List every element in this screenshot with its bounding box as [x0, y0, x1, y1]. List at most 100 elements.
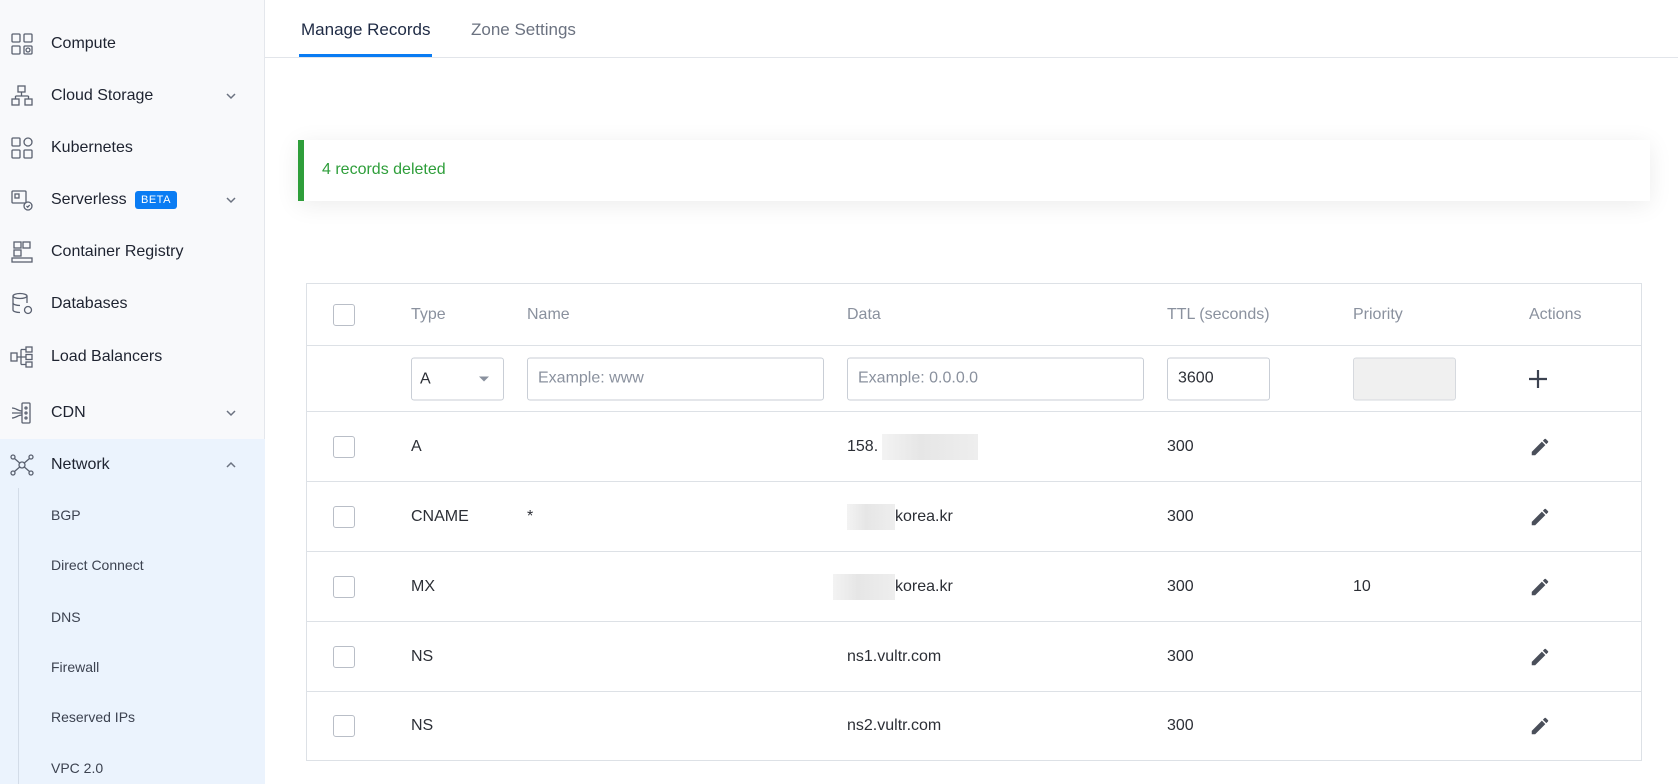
sidebar-item-label: Load Balancers: [51, 348, 163, 365]
sidebar-item-label: CDN: [51, 404, 86, 421]
record-data: korea.kr: [895, 577, 953, 595]
row-checkbox[interactable]: [333, 435, 355, 458]
column-header-priority: Priority: [1353, 305, 1403, 323]
edit-pencil-icon[interactable]: [1529, 715, 1551, 737]
record-type: NS: [411, 717, 434, 734]
sidebar-item-label: Serverless: [51, 191, 127, 208]
table-row: A 158. 300: [307, 412, 1641, 482]
new-record-row: A: [307, 346, 1641, 412]
sidebar-item-network[interactable]: Network: [0, 439, 265, 491]
caret-down-icon: [479, 376, 489, 381]
sidebar-item-load-balancers[interactable]: Load Balancers: [0, 331, 265, 383]
active-tab-indicator: [299, 54, 432, 57]
sidebar-item-compute[interactable]: Compute: [0, 18, 265, 70]
table-header-row: Type Name Data TTL (seconds) Priority Ac…: [307, 284, 1641, 346]
add-record-plus-icon[interactable]: [1526, 367, 1550, 391]
sidebar-item-cloud-storage[interactable]: Cloud Storage: [0, 70, 265, 122]
redacted-region: [847, 503, 895, 530]
edit-pencil-icon[interactable]: [1529, 646, 1551, 668]
alert-message: 4 records deleted: [322, 161, 446, 178]
chevron-down-icon: [226, 197, 236, 204]
sidebar-item-label: Cloud Storage: [51, 87, 154, 104]
network-nodes-icon: [10, 454, 34, 476]
sidebar-subitem-direct-connect[interactable]: Direct Connect: [51, 557, 144, 573]
sidebar-item-label: Databases: [51, 295, 128, 312]
record-priority-input-disabled: [1353, 357, 1456, 400]
registry-blocks-icon: [11, 241, 33, 263]
sidebar-item-cdn[interactable]: CDN: [0, 387, 265, 439]
chevron-down-icon: [226, 93, 236, 100]
record-data: ns2.vultr.com: [847, 717, 942, 734]
record-name: *: [527, 507, 534, 525]
record-type: MX: [411, 577, 435, 595]
success-alert: 4 records deleted: [298, 140, 1650, 201]
sidebar-subitem-dns[interactable]: DNS: [51, 609, 81, 625]
table-row: NS ns1.vultr.com 300: [307, 622, 1641, 692]
chevron-up-icon: [226, 461, 236, 468]
edit-pencil-icon[interactable]: [1529, 576, 1551, 598]
sidebar-item-serverless[interactable]: Serverless BETA: [0, 174, 265, 226]
sidebar-item-container-registry[interactable]: Container Registry: [0, 226, 265, 278]
sidebar: Compute Cloud Storage Kubernetes Serverl…: [0, 0, 265, 784]
record-data: korea.kr: [895, 507, 953, 525]
table-row: CNAME * korea.kr 300: [307, 482, 1641, 552]
storage-blocks-icon: [11, 85, 33, 106]
record-name-input[interactable]: [527, 357, 824, 400]
record-type: CNAME: [411, 507, 469, 525]
column-header-data: Data: [847, 305, 881, 323]
edit-pencil-icon[interactable]: [1529, 506, 1551, 528]
column-header-name: Name: [527, 305, 570, 323]
redacted-region: [882, 433, 978, 460]
record-ttl: 300: [1167, 647, 1194, 665]
record-ttl: 300: [1167, 577, 1194, 595]
record-priority: 10: [1353, 577, 1371, 595]
table-row: NS ns2.vultr.com 300: [307, 692, 1641, 760]
edit-pencil-icon[interactable]: [1529, 436, 1551, 458]
record-ttl-input[interactable]: [1167, 357, 1270, 400]
record-type: A: [411, 437, 422, 455]
record-type-select[interactable]: A: [411, 357, 504, 400]
dns-records-table: Type Name Data TTL (seconds) Priority Ac…: [306, 283, 1642, 761]
table-row: MX korea.kr 300 10: [307, 552, 1641, 622]
sidebar-subitem-vpc[interactable]: VPC 2.0: [51, 760, 103, 776]
record-data: ns1.vultr.com: [847, 647, 942, 665]
tab-zone-settings[interactable]: Zone Settings: [471, 20, 576, 40]
row-checkbox[interactable]: [333, 505, 355, 528]
record-type-value: A: [420, 370, 431, 387]
record-ttl: 300: [1167, 437, 1194, 455]
kubernetes-grid-icon: [11, 137, 33, 159]
tab-bar: Manage Records Zone Settings: [265, 0, 1678, 58]
record-ttl: 300: [1167, 507, 1194, 525]
network-sub-guide: [18, 488, 19, 784]
column-header-ttl: TTL (seconds): [1167, 305, 1270, 323]
row-checkbox[interactable]: [333, 575, 355, 598]
record-data: 158.: [847, 437, 879, 455]
record-ttl: 300: [1167, 717, 1194, 734]
database-icon: [12, 292, 33, 315]
load-balancer-icon: [10, 346, 33, 368]
sidebar-subitem-firewall[interactable]: Firewall: [51, 659, 99, 675]
record-data-input[interactable]: [847, 357, 1144, 400]
cdn-icon: [11, 402, 31, 424]
sidebar-item-label: Compute: [51, 35, 116, 52]
app-root: Compute Cloud Storage Kubernetes Serverl…: [0, 0, 1678, 784]
sidebar-item-label: Container Registry: [51, 243, 184, 260]
serverless-icon: [11, 190, 33, 211]
redacted-region: [833, 573, 895, 600]
sidebar-item-databases[interactable]: Databases: [0, 278, 265, 330]
sidebar-subitem-reserved-ips[interactable]: Reserved IPs: [51, 709, 135, 725]
sidebar-subitem-bgp[interactable]: BGP: [51, 507, 81, 523]
column-header-type: Type: [411, 305, 446, 323]
sidebar-item-label: Network: [51, 456, 110, 473]
tab-manage-records[interactable]: Manage Records: [301, 20, 430, 40]
record-type: NS: [411, 647, 434, 665]
select-all-checkbox[interactable]: [333, 303, 355, 326]
beta-badge: BETA: [135, 191, 177, 209]
sidebar-item-kubernetes[interactable]: Kubernetes: [0, 122, 265, 174]
sidebar-item-label: Kubernetes: [51, 139, 133, 156]
chevron-down-icon: [226, 410, 236, 417]
column-header-actions: Actions: [1529, 305, 1582, 323]
row-checkbox[interactable]: [333, 715, 355, 737]
row-checkbox[interactable]: [333, 645, 355, 668]
server-grid-icon: [11, 33, 33, 55]
